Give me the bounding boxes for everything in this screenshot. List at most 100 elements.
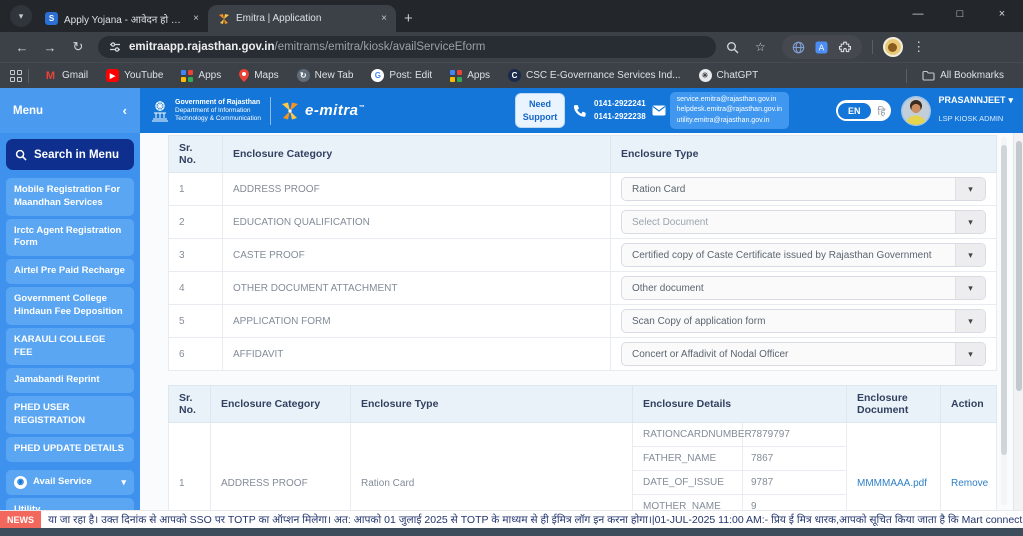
enclosure-type-select[interactable]: Concert or Affadivit of Nodal Officer ▾ xyxy=(621,342,986,366)
column-header: Sr. No. xyxy=(168,385,211,423)
extensions-puzzle-icon[interactable] xyxy=(838,40,852,54)
toolbar-divider xyxy=(871,40,873,54)
bookmark-star-icon[interactable]: ☆ xyxy=(755,40,766,54)
new-tab-button[interactable]: + xyxy=(404,10,413,27)
column-header: Enclosure Type xyxy=(610,135,997,173)
bookmark-maps[interactable]: Maps xyxy=(230,69,287,82)
forward-button[interactable]: → xyxy=(38,40,62,55)
bookmark-gmail[interactable]: M Gmail xyxy=(35,69,97,82)
user-name: PRASANNJEET xyxy=(938,94,1006,105)
sidebar-item-phed-user-registration[interactable]: PHED USER REGISTRATION xyxy=(6,396,134,434)
apps-launcher-icon[interactable] xyxy=(10,69,22,82)
enclosure-type-table: Sr. No. Enclosure Category Enclosure Typ… xyxy=(168,135,997,371)
site-info-icon[interactable] xyxy=(109,41,121,53)
bookmark-chatgpt[interactable]: ✳ ChatGPT xyxy=(690,69,768,82)
close-window-button[interactable]: × xyxy=(981,0,1023,28)
chatgpt-icon: ✳ xyxy=(698,69,712,82)
back-button[interactable]: ← xyxy=(10,40,34,55)
chevron-down-icon: ▾ xyxy=(955,244,985,266)
tab-apply-yojana[interactable]: S Apply Yojana - आवेदन हो आसान Apply Yoj… xyxy=(36,5,208,32)
translate-extension-icon[interactable]: A xyxy=(815,41,828,54)
svg-text:A: A xyxy=(818,42,824,52)
table-row: 1 ADDRESS PROOF Ration Card ▾ xyxy=(168,172,997,206)
sidebar-item-irctc-agent[interactable]: Irctc Agent Registration Form xyxy=(6,218,134,257)
detail-row: FATHER_NAME 7867 xyxy=(633,447,846,471)
user-avatar[interactable] xyxy=(901,95,932,126)
butterfly-icon xyxy=(280,101,300,121)
enclosure-type-select[interactable]: Select Document ▾ xyxy=(621,210,986,234)
chevron-down-icon: ▾ xyxy=(955,310,985,332)
sidebar-item-jamabandi-reprint[interactable]: Jamabandi Reprint xyxy=(6,368,134,394)
column-header: Enclosure Document xyxy=(846,385,941,423)
menu-label: Menu xyxy=(13,104,44,117)
avail-service-icon: ◉ xyxy=(14,475,27,489)
page-scrollbar[interactable] xyxy=(1013,133,1023,510)
bookmark-apps[interactable]: Apps xyxy=(172,69,230,82)
sidebar-item-karauli-college-fee[interactable]: KARAULI COLLEGE FEE xyxy=(6,327,134,366)
more-menu-icon[interactable]: ⋮ xyxy=(907,39,931,55)
enclosure-type-select[interactable]: Scan Copy of application form ▾ xyxy=(621,309,986,333)
language-en-button[interactable]: EN xyxy=(838,102,871,119)
tab-emitra-application[interactable]: Emitra | Application × xyxy=(208,5,396,32)
close-icon[interactable]: × xyxy=(193,13,199,24)
content-scrollbar[interactable] xyxy=(1001,137,1007,505)
url-bar[interactable]: emitraapp.rajasthan.gov.in/emitrams/emit… xyxy=(98,36,716,58)
tab-strip: ▾ S Apply Yojana - आवेदन हो आसान Apply Y… xyxy=(0,0,1023,32)
all-bookmarks-button[interactable]: All Bookmarks xyxy=(913,70,1013,81)
chevron-down-icon: ▾ xyxy=(955,178,985,200)
bookmark-csc[interactable]: C CSC E-Governance Services Ind... xyxy=(499,69,690,82)
window-controls: — □ × xyxy=(897,0,1023,28)
table-row: 6 AFFIDAVIT Concert or Affadivit of Noda… xyxy=(168,337,997,371)
enclosure-type-select[interactable]: Certified copy of Caste Certificate issu… xyxy=(621,243,986,267)
need-support-button[interactable]: Need Support xyxy=(515,93,566,128)
phone-icon xyxy=(573,104,586,117)
user-info[interactable]: PRASANNJEET ▾ LSP KIOSK ADMIN xyxy=(938,94,1013,128)
enclosure-type-select[interactable]: Other document ▾ xyxy=(621,276,986,300)
minimize-button[interactable]: — xyxy=(897,0,939,28)
globe-extension-icon[interactable] xyxy=(792,41,805,54)
sidebar: Search in Menu Mobile Registration For M… xyxy=(0,133,140,510)
sidebar-menu-header: Menu ‹ xyxy=(0,88,140,133)
url-path: /emitrams/emitra/kiosk/availServiceEform xyxy=(274,41,486,53)
detail-row: DATE_OF_ISSUE 9787 xyxy=(633,471,846,495)
bookmark-apps-2[interactable]: Apps xyxy=(441,69,499,82)
remove-link[interactable]: Remove xyxy=(951,478,988,489)
sidebar-item-phed-update-details[interactable]: PHED UPDATE DETAILS xyxy=(6,436,134,462)
search-icon xyxy=(15,149,27,161)
tab-search-button[interactable]: ▾ xyxy=(10,5,32,27)
bookmarks-divider xyxy=(906,68,908,83)
url-text: emitraapp.rajasthan.gov.in/emitrams/emit… xyxy=(129,41,485,53)
search-icon[interactable] xyxy=(726,41,739,54)
table-row: 2 EDUCATION QUALIFICATION Select Documen… xyxy=(168,205,997,239)
chevron-down-icon: ▾ xyxy=(955,277,985,299)
bookmark-new-tab[interactable]: ↻ New Tab xyxy=(288,69,363,82)
google-g-icon: G xyxy=(371,69,385,82)
reload-button[interactable]: ↻ xyxy=(66,39,90,55)
chevron-down-icon[interactable]: ▾ xyxy=(1008,94,1013,106)
sidebar-item-avail-service[interactable]: ◉ Avail Service ▾ xyxy=(6,469,134,495)
app-header-main: Government of Rajasthan Department of In… xyxy=(140,88,1023,133)
enclosure-type-select[interactable]: Ration Card ▾ xyxy=(621,177,986,201)
sidebar-item-airtel-recharge[interactable]: Airtel Pre Paid Recharge xyxy=(6,259,134,285)
browser-window: ▾ S Apply Yojana - आवेदन हो आसान Apply Y… xyxy=(0,0,1023,536)
bookmark-youtube[interactable]: ▶ YouTube xyxy=(97,69,172,82)
table-row: 3 CASTE PROOF Certified copy of Caste Ce… xyxy=(168,238,997,272)
collapse-sidebar-icon[interactable]: ‹ xyxy=(123,103,127,118)
close-icon[interactable]: × xyxy=(381,13,387,24)
sidebar-search-input[interactable]: Search in Menu xyxy=(6,139,134,170)
enclosure-document-link[interactable]: MMMMAAA.pdf xyxy=(857,478,927,489)
brand-name: e-mitra™ xyxy=(305,101,366,119)
app-header: Menu ‹ Government of Rajasthan Departmen… xyxy=(0,88,1023,133)
apps-grid-icon xyxy=(181,69,194,82)
column-header: Enclosure Category xyxy=(222,135,611,173)
language-toggle: EN हि xyxy=(836,100,892,121)
profile-avatar[interactable] xyxy=(882,37,903,57)
table-row: 5 APPLICATION FORM Scan Copy of applicat… xyxy=(168,304,997,338)
sidebar-item-govt-college-hindaun[interactable]: Government College Hindaun Fee Depositio… xyxy=(6,287,134,325)
language-hi-button[interactable]: हि xyxy=(878,104,886,118)
bookmark-post-edit[interactable]: G Post: Edit xyxy=(362,69,441,82)
chevron-down-icon: ▾ xyxy=(955,211,985,233)
restore-button[interactable]: □ xyxy=(939,0,981,28)
sidebar-item-mobile-registration[interactable]: Mobile Registration For Maandhan Service… xyxy=(6,178,134,216)
sidebar-item-utility[interactable]: Utility xyxy=(6,497,134,510)
